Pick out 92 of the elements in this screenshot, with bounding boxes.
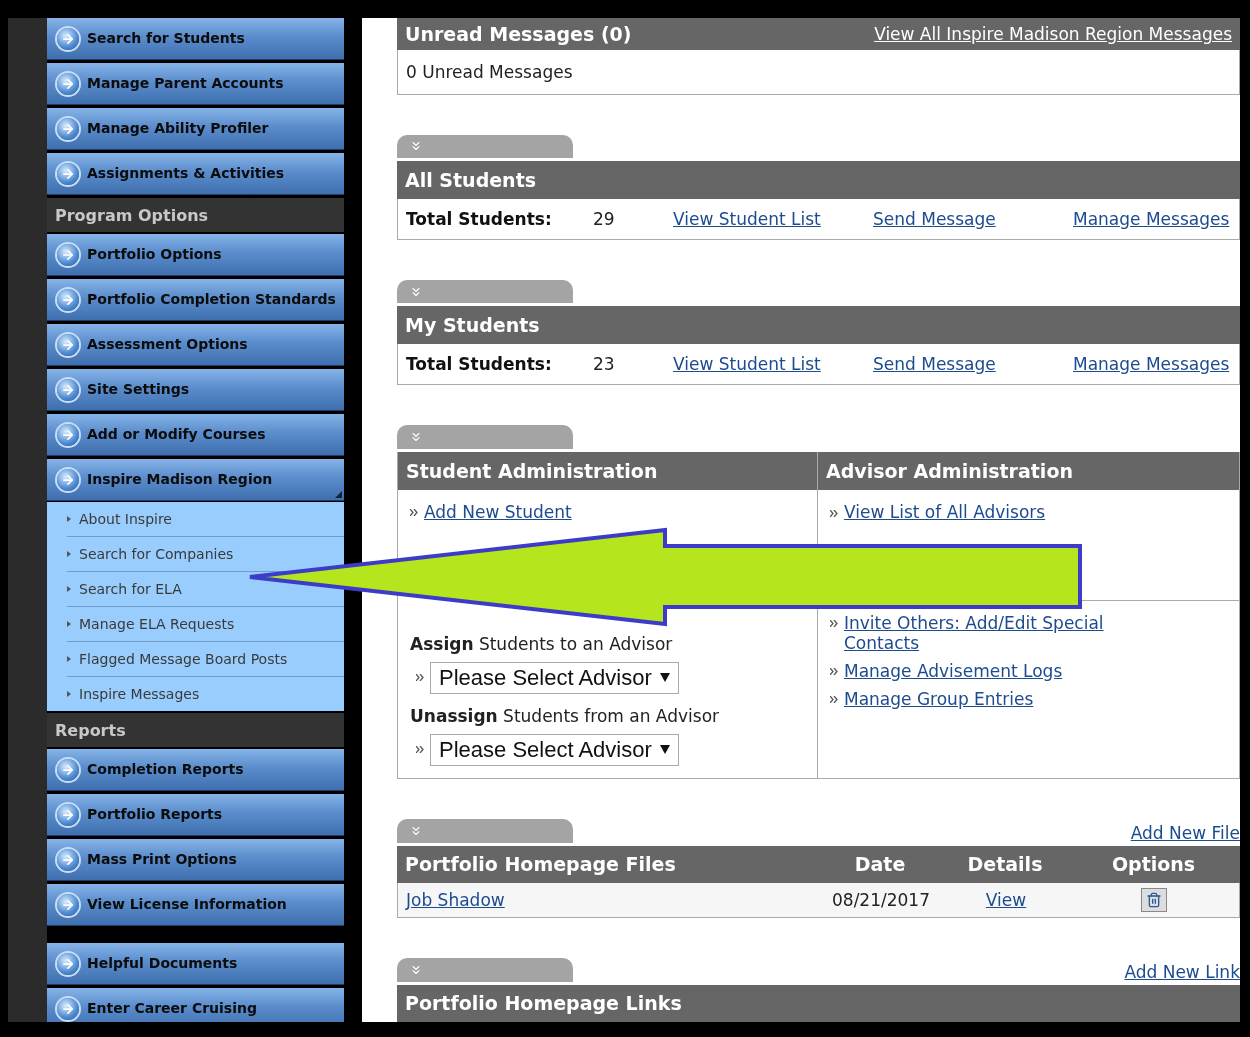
arrow-circle-icon xyxy=(57,162,79,185)
sidebar-menu-button[interactable]: Inspire Madison Region xyxy=(47,459,344,501)
double-chevron-icon xyxy=(830,619,838,627)
sidebar-menu-button[interactable]: Assessment Options xyxy=(47,324,344,366)
sidebar-menu-button[interactable]: Helpful Documents xyxy=(47,943,344,985)
double-chevron-icon xyxy=(416,746,424,753)
sidebar-menu-button[interactable]: Mass Print Options xyxy=(47,839,344,881)
submenu-link[interactable]: Search for ELA xyxy=(67,581,182,597)
sidebar-menu-button[interactable]: Portfolio Completion Standards xyxy=(47,279,344,321)
double-chevron-icon xyxy=(830,509,838,517)
sidebar-menu-button[interactable]: Assignments & Activities xyxy=(47,153,344,195)
sidebar-menu-button[interactable]: Search for Students xyxy=(47,18,344,60)
delete-button[interactable] xyxy=(1140,887,1167,912)
column-header: Portfolio Homepage Files xyxy=(405,853,677,876)
arrow-circle-icon xyxy=(57,893,79,916)
panel-title: All Students xyxy=(397,161,1240,199)
arrow-circle-icon xyxy=(57,72,79,95)
total-label: Total Students: xyxy=(406,353,553,374)
panel-title: Advisor Administration xyxy=(818,451,1239,490)
trash-icon xyxy=(1145,891,1162,908)
sidebar-section-header: Program Options xyxy=(47,198,344,232)
admin-link[interactable]: Manage Group Entries xyxy=(844,688,1034,709)
advisor-select[interactable]: Please Select Advisor xyxy=(430,661,679,694)
collapse-tab[interactable] xyxy=(397,279,573,304)
sidebar-menu-button[interactable]: Portfolio Reports xyxy=(47,794,344,836)
double-chevron-icon xyxy=(410,509,418,516)
double-chevron-icon xyxy=(830,667,838,675)
sidebar-menu-button[interactable]: Enter Career Cruising xyxy=(47,988,344,1022)
arrow-circle-icon xyxy=(57,333,79,356)
admin-link[interactable]: Invite Others: Add/Edit Special Contacts xyxy=(844,612,1154,653)
sidebar-menu-button[interactable]: Site Settings xyxy=(47,369,344,411)
panel-link[interactable]: Manage Messages xyxy=(1073,353,1230,374)
date-cell-text: 08/21/2017 xyxy=(831,889,931,910)
caret-icon xyxy=(659,745,670,754)
total-count: 23 xyxy=(593,353,616,374)
column-header: Details xyxy=(966,853,1044,876)
assign-label: Unassign Students from an Advisor xyxy=(410,705,721,726)
admin-link[interactable]: Add New Student xyxy=(424,501,572,522)
sidebar-section-header: Reports xyxy=(47,713,344,747)
panel-link[interactable]: Send Message xyxy=(873,353,996,374)
column-header: Date xyxy=(853,853,907,876)
panel-title: Student Administration xyxy=(398,451,817,490)
panel-link[interactable]: View Student List xyxy=(673,353,821,374)
panel-title: My Students xyxy=(397,306,1240,344)
file-link[interactable]: Job Shadow xyxy=(406,889,505,910)
assign-label: Assign Students to an Advisor xyxy=(410,633,674,654)
arrow-circle-icon xyxy=(57,288,79,311)
arrow-circle-icon xyxy=(57,803,79,826)
collapse-tab[interactable] xyxy=(397,957,573,982)
submenu-link[interactable]: About Inspire xyxy=(67,511,172,527)
submenu-link[interactable]: Inspire Messages xyxy=(67,686,200,702)
add-link-link[interactable]: Add New Link xyxy=(1124,961,1240,982)
submenu-link[interactable]: Flagged Message Board Posts xyxy=(67,651,288,667)
caret-icon xyxy=(659,673,670,682)
column-header: Options xyxy=(1110,853,1197,876)
submenu-link[interactable]: Manage ELA Requests xyxy=(67,616,235,632)
arrow-circle-icon xyxy=(57,27,79,50)
collapse-tab[interactable] xyxy=(397,818,573,843)
admin-link[interactable]: View List of All Advisors xyxy=(844,501,1046,522)
sidebar-menu-button[interactable]: View License Information xyxy=(47,884,344,926)
collapse-tab[interactable] xyxy=(397,134,573,159)
panel-title: Portfolio Homepage Links xyxy=(397,984,1240,1022)
arrow-circle-icon xyxy=(57,952,79,975)
panel-link[interactable]: Send Message xyxy=(873,208,996,229)
view-messages-link[interactable]: View All Inspire Madison Region Messages xyxy=(874,23,1232,44)
panel-title: Unread Messages (0) xyxy=(405,22,632,45)
advisor-select[interactable]: Please Select Advisor xyxy=(430,733,679,766)
admin-link[interactable]: Manage Advisement Logs xyxy=(844,660,1063,681)
panel-link[interactable]: View Student List xyxy=(673,208,821,229)
total-count: 29 xyxy=(593,208,616,229)
arrow-circle-icon xyxy=(57,243,79,266)
arrow-circle-icon xyxy=(57,378,79,401)
double-chevron-icon xyxy=(416,674,424,681)
sidebar-menu-button[interactable]: Manage Parent Accounts xyxy=(47,63,344,105)
unread-count-text: 0 Unread Messages xyxy=(405,60,574,84)
add-file-link[interactable]: Add New File xyxy=(1130,822,1240,843)
arrow-circle-icon xyxy=(57,848,79,871)
arrow-circle-icon xyxy=(57,468,79,491)
arrow-circle-icon xyxy=(57,758,79,781)
total-label: Total Students: xyxy=(406,208,553,229)
collapse-tab[interactable] xyxy=(397,424,573,449)
sidebar-menu-button[interactable]: Add or Modify Courses xyxy=(47,414,344,456)
submenu-link[interactable]: Search for Companies xyxy=(67,546,234,562)
panel-link[interactable]: Manage Messages xyxy=(1073,208,1230,229)
sidebar-menu-button[interactable]: Completion Reports xyxy=(47,749,344,791)
sidebar-menu-button[interactable]: Portfolio Options xyxy=(47,234,344,276)
arrow-circle-icon xyxy=(57,997,79,1020)
arrow-circle-icon xyxy=(57,117,79,140)
view-link[interactable]: View xyxy=(985,889,1027,910)
double-chevron-icon xyxy=(830,695,838,703)
arrow-circle-icon xyxy=(57,423,79,446)
sidebar-menu-button[interactable]: Manage Ability Profiler xyxy=(47,108,344,150)
